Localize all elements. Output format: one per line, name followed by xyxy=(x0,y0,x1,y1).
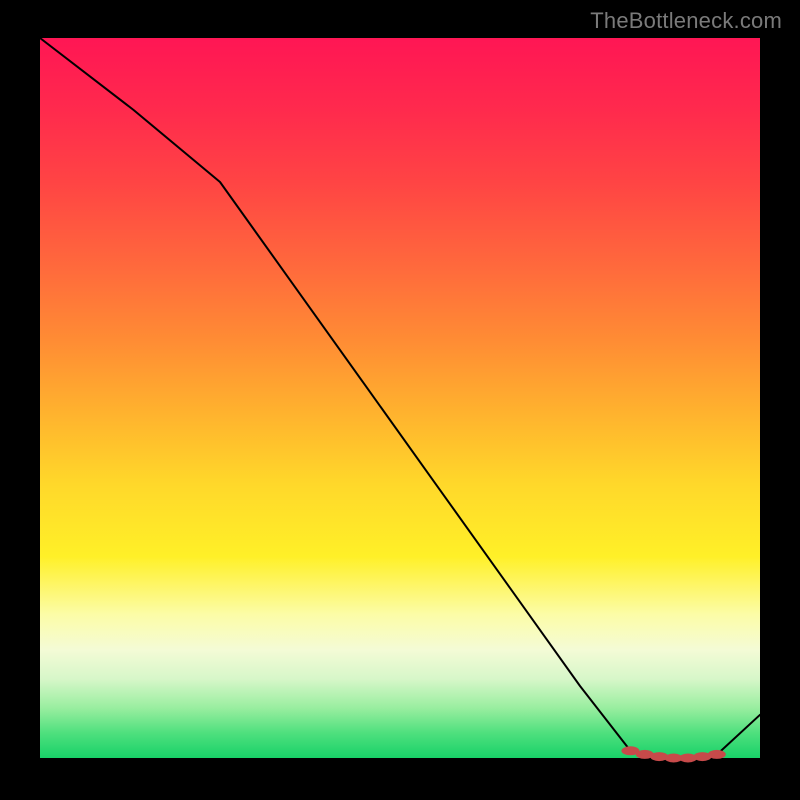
plot-area xyxy=(40,38,760,758)
chart-overlay-svg xyxy=(40,38,760,758)
curve-line xyxy=(40,38,760,758)
marker-dot xyxy=(708,750,726,759)
watermark-text: TheBottleneck.com xyxy=(590,8,782,34)
chart-root: TheBottleneck.com xyxy=(0,0,800,800)
optimal-range-markers xyxy=(621,746,725,762)
